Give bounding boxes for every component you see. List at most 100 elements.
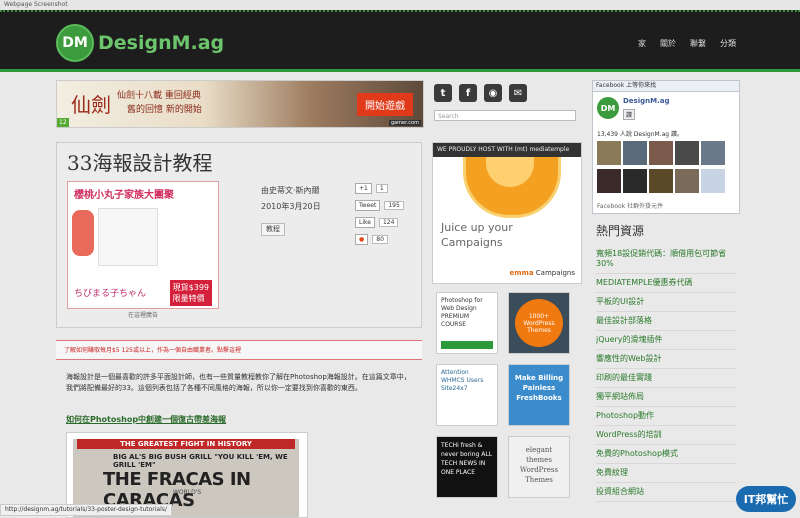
twitter-icon[interactable]: t — [434, 84, 452, 102]
fan-avatar[interactable] — [623, 141, 647, 165]
banner-line1: 仙劍十八載 重回經典 — [117, 91, 201, 101]
advertise-here-link[interactable]: 在這裡廣告 — [128, 310, 158, 319]
article-title: 33海報設計教程 — [67, 151, 213, 175]
nav-contact[interactable]: 聯繫 — [690, 38, 706, 49]
inline-ad-brand: ちびまる子ちゃん — [74, 289, 147, 299]
facebook-icon[interactable]: f — [459, 84, 477, 102]
popular-resources: 熱門資源 寬頻18設促銷代碼：順借用包可節省30% MEDIATEMPLE優惠券… — [596, 222, 736, 502]
search-input[interactable]: Search — [434, 110, 576, 121]
mediatemple-ad[interactable]: WE PROUDLY HOST WITH (mt) mediatemple Ju… — [432, 142, 582, 284]
fan-avatar[interactable] — [649, 169, 673, 193]
inline-ad-price: 現貨$399 限量特價 — [169, 280, 212, 306]
facebook-like-box: Facebook 上等你來找 DM DesignM.ag 讚 13,439 人說… — [592, 80, 740, 214]
gplus-button[interactable]: +1 — [355, 183, 372, 194]
fb-page-name[interactable]: DesignM.ag — [623, 97, 669, 105]
tutorial-link[interactable]: 如何在Photoshop中創建一個復古帶差海報 — [66, 414, 226, 425]
social-icon-bar: t f ◉ ✉ — [434, 84, 527, 102]
resource-link[interactable]: jQuery的滑塊插件 — [596, 331, 736, 350]
ad-freshbooks[interactable]: Make Billing Painless FreshBooks — [508, 364, 570, 426]
poster-subtext: WORLD'S — [173, 489, 202, 496]
mt-brand: emma Campaigns — [509, 269, 576, 277]
stumbleupon-icon[interactable]: ● — [355, 234, 369, 245]
freelance-notice[interactable]: 了解如何賺取每月$5 125或以上，作為一個自由職業者。點擊這裡 — [56, 340, 422, 360]
ad-wordpress-themes[interactable]: 1000+ WordPress Themes — [508, 292, 570, 354]
banner-line2: 舊的回憶 新的開始 — [127, 105, 202, 115]
like-button[interactable]: Like — [355, 217, 375, 228]
ad-techi-label: TECHi fresh & never boring ALL TECH NEWS… — [437, 437, 497, 497]
price-value: 現貨$399 — [172, 283, 209, 292]
stumbleupon-count: 80 — [372, 235, 388, 244]
resource-link[interactable]: WordPress的培訓 — [596, 426, 736, 445]
nav-home[interactable]: 家 — [638, 38, 646, 49]
watermark-logo: IT邦幫忙 — [736, 486, 796, 512]
rss-icon[interactable]: ◉ — [484, 84, 502, 102]
price-note: 限量特價 — [172, 294, 205, 303]
mt-line1: Juice up your — [441, 221, 513, 234]
article-header: 33海報設計教程 櫻桃小丸子家族大團聚 ちびまる子ちゃん 現貨$399 限量特價… — [56, 142, 422, 328]
gplus-share[interactable]: +1 1 — [355, 183, 404, 194]
like-count: 124 — [378, 218, 399, 227]
fb-footer: Facebook 社群外掛元件 — [597, 203, 664, 210]
resource-link[interactable]: 平板的UI設計 — [596, 293, 736, 312]
ad-photoshop-course-label: Photoshop for Web Design PREMIUM COURSE — [441, 297, 483, 328]
email-icon[interactable]: ✉ — [509, 84, 527, 102]
fb-like-button[interactable]: 讚 — [623, 109, 636, 120]
article-author[interactable]: 由史蒂文·斯內爾 — [261, 183, 321, 199]
resources-title: 熱門資源 — [596, 224, 645, 238]
resource-link[interactable]: Photoshop動作 — [596, 407, 736, 426]
fan-avatar[interactable] — [597, 169, 621, 193]
fan-avatar[interactable] — [701, 141, 725, 165]
stumbleupon-share[interactable]: ● 80 — [355, 234, 404, 245]
ad-site24x7[interactable]: Attention WHMCS Users Site24x7 — [436, 364, 498, 426]
mt-line2: Campaigns — [441, 236, 503, 249]
tweet-count: 195 — [384, 201, 404, 210]
site-logo[interactable]: DM DesignM.ag — [56, 24, 224, 62]
ad-elegant-themes[interactable]: elegant themes WordPress Themes — [508, 436, 570, 498]
resource-link[interactable]: 最佳設計部落格 — [596, 312, 736, 331]
fan-avatar[interactable] — [597, 141, 621, 165]
tweet-share[interactable]: Tweet 195 — [355, 200, 404, 211]
article-body: 海報設計是一個最喜歡的許多平面設計師，也有一些質量教程教你了解在Photosho… — [66, 373, 411, 392]
inline-ad-headline: 櫻桃小丸子家族大團聚 — [74, 190, 174, 201]
resource-link[interactable]: 印刷的最佳實踐 — [596, 369, 736, 388]
logo-mark: DM — [56, 24, 94, 62]
resource-link[interactable]: 響應性的Web設計 — [596, 350, 736, 369]
age-rating-badge: 12 — [57, 118, 69, 127]
ad-elegant-themes-label: elegant themes WordPress Themes — [519, 446, 559, 484]
fb-page-avatar[interactable]: DM — [597, 97, 619, 119]
tshirt-image — [98, 208, 158, 266]
ad-wordpress-themes-label: 1000+ WordPress Themes — [515, 299, 563, 347]
resource-link[interactable]: 免費紋理 — [596, 464, 736, 483]
social-buttons: +1 1 Tweet 195 Like 124 ● 80 — [355, 183, 404, 251]
inline-ad[interactable]: 櫻桃小丸子家族大團聚 ちびまる子ちゃん 現貨$399 限量特價 在這裡廣告 — [67, 181, 219, 319]
fan-avatar[interactable] — [623, 169, 647, 193]
ad-photoshop-course[interactable]: Photoshop for Web Design PREMIUM COURSE — [436, 292, 498, 354]
fan-avatar[interactable] — [649, 141, 673, 165]
fb-faces — [597, 141, 737, 197]
poster-tagline: BIG AL'S BIG BUSH GRILL "YOU KILL 'EM, W… — [113, 453, 288, 469]
resource-link[interactable]: 獨平網站佈局 — [596, 388, 736, 407]
like-share[interactable]: Like 124 — [355, 217, 404, 228]
window-title: Webpage Screenshot — [0, 0, 800, 10]
resource-link[interactable]: 寬頻18設促銷代碼：順借用包可節省30% — [596, 245, 736, 274]
fan-avatar[interactable] — [675, 141, 699, 165]
orange-image — [463, 157, 561, 218]
fb-header: Facebook 上等你來找 — [593, 81, 739, 92]
ad-photoshop-course-bar — [441, 341, 493, 349]
resource-link[interactable]: 投資組合網站 — [596, 483, 736, 502]
resource-link[interactable]: 免費的Photoshop模式 — [596, 445, 736, 464]
start-game-button[interactable]: 開始遊戲 — [357, 93, 413, 116]
site-header: DM DesignM.ag 家 關於 聯繫 分類 — [0, 10, 800, 72]
poster-banner: THE GREATEST FIGHT IN HISTORY — [77, 439, 295, 449]
tweet-button[interactable]: Tweet — [355, 200, 381, 211]
nav-about[interactable]: 關於 — [660, 38, 676, 49]
resource-link[interactable]: MEDIATEMPLE優惠券代碼 — [596, 274, 736, 293]
article-tag[interactable]: 教程 — [261, 223, 285, 236]
fan-avatar[interactable] — [675, 169, 699, 193]
logo-text: DesignM.ag — [98, 32, 225, 54]
fan-avatar[interactable] — [701, 169, 725, 193]
banner-ad[interactable]: 仙劍 仙劍十八載 重回經典 舊的回憶 新的開始 開始遊戲 12 gamer.co… — [56, 80, 424, 128]
nav-categories[interactable]: 分類 — [720, 38, 736, 49]
ad-techi[interactable]: TECHi fresh & never boring ALL TECH NEWS… — [436, 436, 498, 498]
article-meta: 由史蒂文·斯內爾 2010年3月20日 教程 — [261, 183, 321, 237]
